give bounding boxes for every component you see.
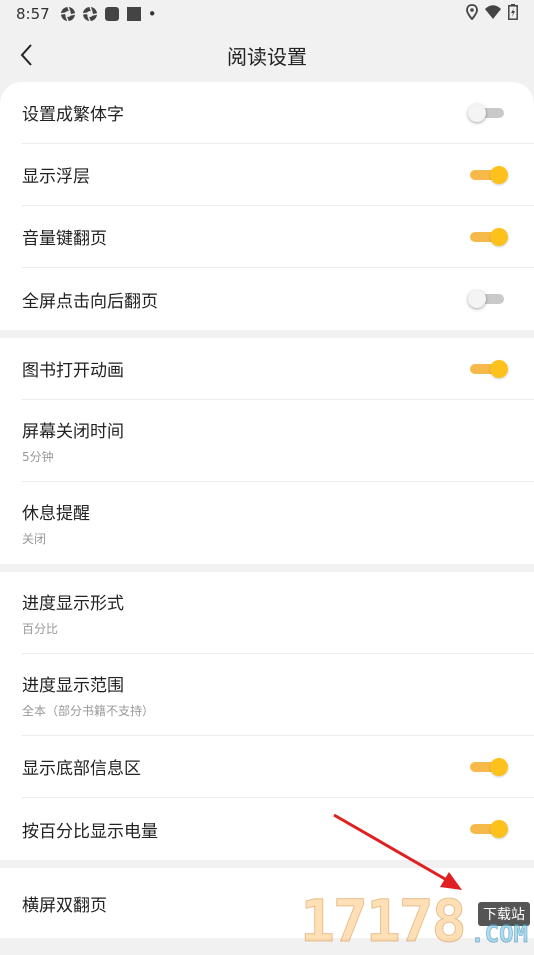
- setting-progress-format[interactable]: 进度显示形式 百分比: [22, 572, 534, 654]
- setting-label: 休息提醒: [22, 499, 90, 524]
- toggle-switch[interactable]: [468, 289, 508, 309]
- toggle-switch[interactable]: [468, 103, 508, 123]
- square-app-icon: [104, 6, 120, 22]
- more-dot: •: [148, 5, 157, 23]
- section-divider: [0, 860, 534, 868]
- back-button[interactable]: [12, 40, 42, 70]
- site-watermark: 17178 下载站 .COM: [300, 888, 530, 950]
- section-divider: [0, 564, 534, 572]
- status-time: 8:57: [16, 5, 50, 23]
- watermark-digits: 17178: [300, 892, 465, 950]
- setting-progress-range[interactable]: 进度显示范围 全本（部分书籍不支持）: [22, 654, 534, 736]
- square-app-icon: [126, 6, 142, 22]
- notification-icons: •: [60, 5, 157, 23]
- toggle-switch[interactable]: [468, 165, 508, 185]
- setting-label: 音量键翻页: [22, 224, 107, 249]
- setting-rest-reminder[interactable]: 休息提醒 关闭: [22, 482, 534, 564]
- setting-label: 进度显示范围: [22, 671, 154, 696]
- setting-label: 显示底部信息区: [22, 754, 141, 779]
- setting-label: 横屏双翻页: [22, 891, 107, 916]
- setting-label: 图书打开动画: [22, 356, 124, 381]
- setting-show-overlay[interactable]: 显示浮层: [22, 144, 534, 206]
- settings-list: 设置成繁体字 显示浮层 音量键翻页 全屏点击向后翻页 图书打开动画 屏幕关闭时间…: [0, 82, 534, 950]
- settings-group-1: 设置成繁体字 显示浮层 音量键翻页 全屏点击向后翻页: [0, 82, 534, 330]
- watermark-domain: .COM: [470, 920, 528, 948]
- setting-value: 百分比: [22, 620, 124, 637]
- status-bar: 8:57 •: [0, 0, 534, 28]
- setting-show-bottom-info[interactable]: 显示底部信息区: [22, 736, 534, 798]
- toggle-switch[interactable]: [468, 757, 508, 777]
- aperture-icon: [82, 6, 98, 22]
- setting-value: 5分钟: [22, 448, 124, 465]
- setting-volume-key-page[interactable]: 音量键翻页: [22, 206, 534, 268]
- setting-fullscreen-tap-forward[interactable]: 全屏点击向后翻页: [22, 268, 534, 330]
- settings-group-2: 图书打开动画 屏幕关闭时间 5分钟 休息提醒 关闭: [0, 338, 534, 564]
- system-icons: [466, 4, 518, 24]
- toggle-switch[interactable]: [468, 227, 508, 247]
- setting-value: 关闭: [22, 530, 90, 547]
- setting-label: 设置成繁体字: [22, 100, 124, 125]
- setting-traditional-chinese[interactable]: 设置成繁体字: [22, 82, 534, 144]
- battery-icon: [508, 4, 518, 24]
- page-title: 阅读设置: [227, 41, 307, 70]
- toggle-switch[interactable]: [468, 819, 508, 839]
- setting-label: 进度显示形式: [22, 589, 124, 614]
- setting-label: 全屏点击向后翻页: [22, 287, 158, 312]
- setting-label: 按百分比显示电量: [22, 817, 158, 842]
- wifi-icon: [484, 4, 502, 24]
- app-header: 阅读设置: [0, 28, 534, 82]
- chevron-left-icon: [19, 43, 35, 67]
- toggle-switch[interactable]: [468, 359, 508, 379]
- aperture-icon: [60, 6, 76, 22]
- settings-group-3: 进度显示形式 百分比 进度显示范围 全本（部分书籍不支持） 显示底部信息区 按百…: [0, 572, 534, 860]
- location-icon: [466, 4, 478, 24]
- setting-book-open-animation[interactable]: 图书打开动画: [22, 338, 534, 400]
- section-divider: [0, 330, 534, 338]
- setting-screen-off-time[interactable]: 屏幕关闭时间 5分钟: [22, 400, 534, 482]
- setting-label: 屏幕关闭时间: [22, 417, 124, 442]
- setting-battery-percent[interactable]: 按百分比显示电量: [22, 798, 534, 860]
- setting-value: 全本（部分书籍不支持）: [22, 702, 154, 719]
- setting-label: 显示浮层: [22, 162, 90, 187]
